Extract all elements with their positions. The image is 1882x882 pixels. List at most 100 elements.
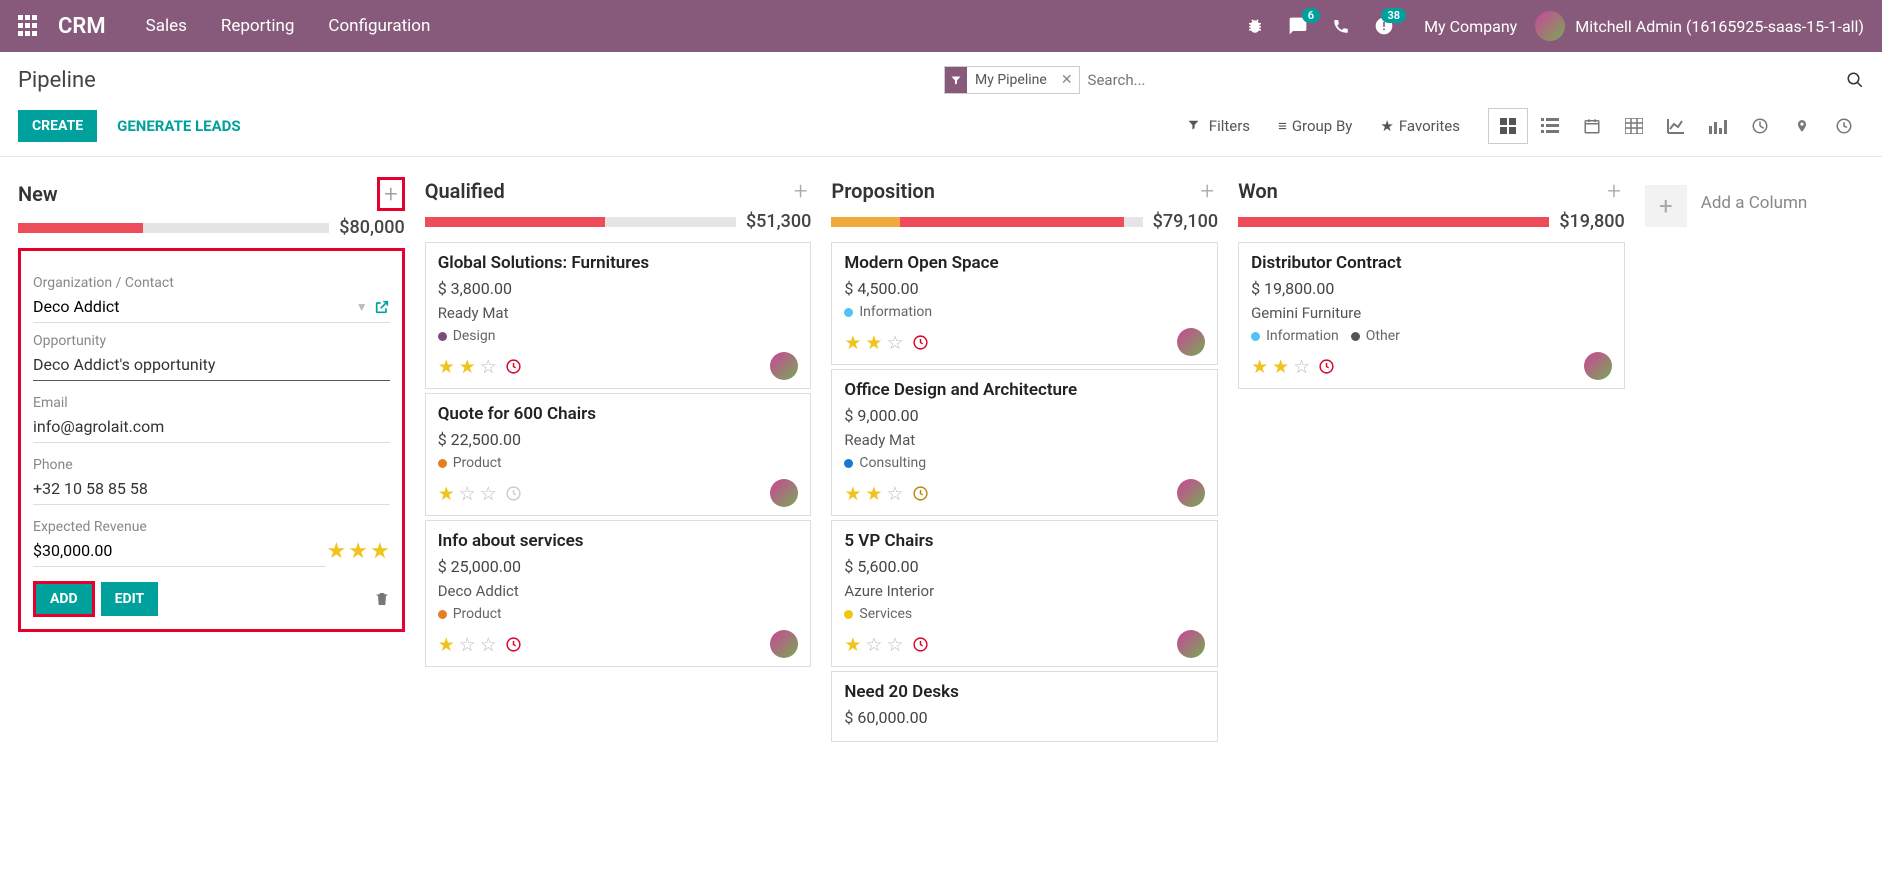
priority-stars[interactable]: ★★☆ — [844, 482, 903, 505]
star-icon[interactable]: ★ — [438, 482, 455, 505]
search-bar[interactable]: My Pipeline ✕ — [944, 66, 1864, 94]
phone-input[interactable] — [33, 473, 390, 505]
company-switcher[interactable]: My Company — [1424, 17, 1517, 36]
star-icon[interactable]: ★ — [438, 633, 455, 656]
star-icon[interactable]: ★ — [326, 539, 346, 564]
app-brand[interactable]: CRM — [58, 14, 106, 39]
star-icon[interactable]: ★ — [348, 539, 368, 564]
activity-view-icon[interactable] — [1824, 108, 1864, 144]
topnav-configuration[interactable]: Configuration — [328, 16, 430, 36]
kanban-card[interactable]: Quote for 600 Chairs$ 22,500.00Product★☆… — [425, 393, 812, 516]
create-button[interactable]: CREATE — [18, 110, 97, 142]
add-column-label[interactable]: Add a Column — [1701, 185, 1808, 213]
star-icon[interactable]: ★ — [844, 633, 861, 656]
groupby-button[interactable]: ≡Group By — [1278, 117, 1352, 135]
priority-stars[interactable]: ★★☆ — [1251, 355, 1310, 378]
user-menu[interactable]: Mitchell Admin (16165925-saas-15-1-all) — [1575, 17, 1864, 36]
priority-stars[interactable]: ★★☆ — [438, 355, 497, 378]
opportunity-input[interactable] — [33, 349, 390, 381]
email-input[interactable] — [33, 411, 390, 443]
activity-clock-icon[interactable] — [912, 636, 929, 653]
priority-stars[interactable]: ★★★ — [326, 539, 389, 564]
activity-clock-icon[interactable] — [505, 358, 522, 375]
star-icon[interactable]: ☆ — [480, 355, 497, 378]
column-title[interactable]: Qualified — [425, 179, 505, 203]
organization-input[interactable] — [33, 291, 350, 322]
discard-icon[interactable] — [374, 590, 390, 608]
user-avatar[interactable] — [1535, 11, 1565, 41]
external-link-icon[interactable] — [374, 299, 390, 315]
priority-stars[interactable]: ★★☆ — [844, 331, 903, 354]
star-icon[interactable]: ☆ — [480, 482, 497, 505]
kanban-card[interactable]: Office Design and Architecture$ 9,000.00… — [831, 369, 1218, 516]
kanban-view-icon[interactable] — [1488, 108, 1528, 144]
star-icon[interactable]: ☆ — [459, 482, 476, 505]
progress-bar[interactable] — [1238, 217, 1549, 227]
column-title[interactable]: Proposition — [831, 179, 935, 203]
filters-button[interactable]: Filters — [1187, 117, 1250, 135]
star-icon[interactable]: ★ — [370, 539, 390, 564]
add-column-button[interactable]: + — [1645, 185, 1687, 227]
activity-icon[interactable]: 38 — [1374, 16, 1394, 36]
facet-remove-icon[interactable]: ✕ — [1055, 72, 1079, 88]
add-button[interactable]: ADD — [33, 581, 95, 617]
phone-icon[interactable] — [1332, 17, 1350, 35]
quick-create-icon[interactable]: + — [377, 177, 405, 211]
star-icon[interactable]: ☆ — [459, 633, 476, 656]
pivot-view-icon[interactable] — [1614, 108, 1654, 144]
quick-create-icon[interactable]: + — [1197, 177, 1219, 205]
column-title[interactable]: Won — [1238, 179, 1278, 203]
favorites-button[interactable]: ★Favorites — [1380, 117, 1460, 135]
priority-stars[interactable]: ★☆☆ — [438, 482, 497, 505]
cohort-view-icon[interactable] — [1698, 108, 1738, 144]
expected-revenue-input[interactable] — [33, 535, 326, 567]
kanban-card[interactable]: Modern Open Space$ 4,500.00Information★★… — [831, 242, 1218, 365]
topnav-sales[interactable]: Sales — [146, 16, 187, 36]
calendar-view-icon[interactable] — [1572, 108, 1612, 144]
map-view-icon[interactable] — [1782, 108, 1822, 144]
salesperson-avatar[interactable] — [1584, 352, 1612, 380]
apps-icon[interactable] — [18, 15, 40, 37]
star-icon[interactable]: ★ — [865, 331, 882, 354]
activity-clock-icon[interactable] — [505, 636, 522, 653]
progress-bar[interactable] — [425, 217, 736, 227]
star-icon[interactable]: ★ — [459, 355, 476, 378]
salesperson-avatar[interactable] — [770, 479, 798, 507]
salesperson-avatar[interactable] — [770, 630, 798, 658]
star-icon[interactable]: ☆ — [886, 331, 903, 354]
generate-leads-button[interactable]: GENERATE LEADS — [117, 117, 241, 135]
activity-clock-icon[interactable] — [1318, 358, 1335, 375]
list-view-icon[interactable] — [1530, 108, 1570, 144]
star-icon[interactable]: ★ — [844, 331, 861, 354]
star-icon[interactable]: ★ — [1272, 355, 1289, 378]
kanban-card[interactable]: Info about services$ 25,000.00Deco Addic… — [425, 520, 812, 667]
star-icon[interactable]: ★ — [1251, 355, 1268, 378]
dropdown-caret-icon[interactable]: ▼ — [356, 300, 368, 314]
kanban-card[interactable]: 5 VP Chairs$ 5,600.00Azure InteriorServi… — [831, 520, 1218, 667]
star-icon[interactable]: ★ — [865, 482, 882, 505]
salesperson-avatar[interactable] — [1177, 328, 1205, 356]
activity-clock-icon[interactable] — [912, 485, 929, 502]
star-icon[interactable]: ☆ — [1293, 355, 1310, 378]
star-icon[interactable]: ☆ — [886, 482, 903, 505]
activity-clock-icon[interactable] — [505, 485, 522, 502]
quick-create-icon[interactable]: + — [790, 177, 812, 205]
debug-icon[interactable] — [1246, 17, 1264, 35]
priority-stars[interactable]: ★☆☆ — [438, 633, 497, 656]
kanban-card[interactable]: Distributor Contract$ 19,800.00Gemini Fu… — [1238, 242, 1625, 389]
graph-view-icon[interactable] — [1656, 108, 1696, 144]
salesperson-avatar[interactable] — [770, 352, 798, 380]
star-icon[interactable]: ★ — [844, 482, 861, 505]
edit-button[interactable]: EDIT — [101, 582, 159, 616]
search-icon[interactable] — [1846, 71, 1864, 89]
star-icon[interactable]: ☆ — [480, 633, 497, 656]
messaging-icon[interactable]: 6 — [1288, 16, 1308, 36]
dashboard-view-icon[interactable] — [1740, 108, 1780, 144]
progress-bar[interactable] — [831, 217, 1142, 227]
star-icon[interactable]: ☆ — [865, 633, 882, 656]
star-icon[interactable]: ★ — [438, 355, 455, 378]
salesperson-avatar[interactable] — [1177, 630, 1205, 658]
priority-stars[interactable]: ★☆☆ — [844, 633, 903, 656]
progress-bar[interactable] — [18, 223, 329, 233]
star-icon[interactable]: ☆ — [886, 633, 903, 656]
